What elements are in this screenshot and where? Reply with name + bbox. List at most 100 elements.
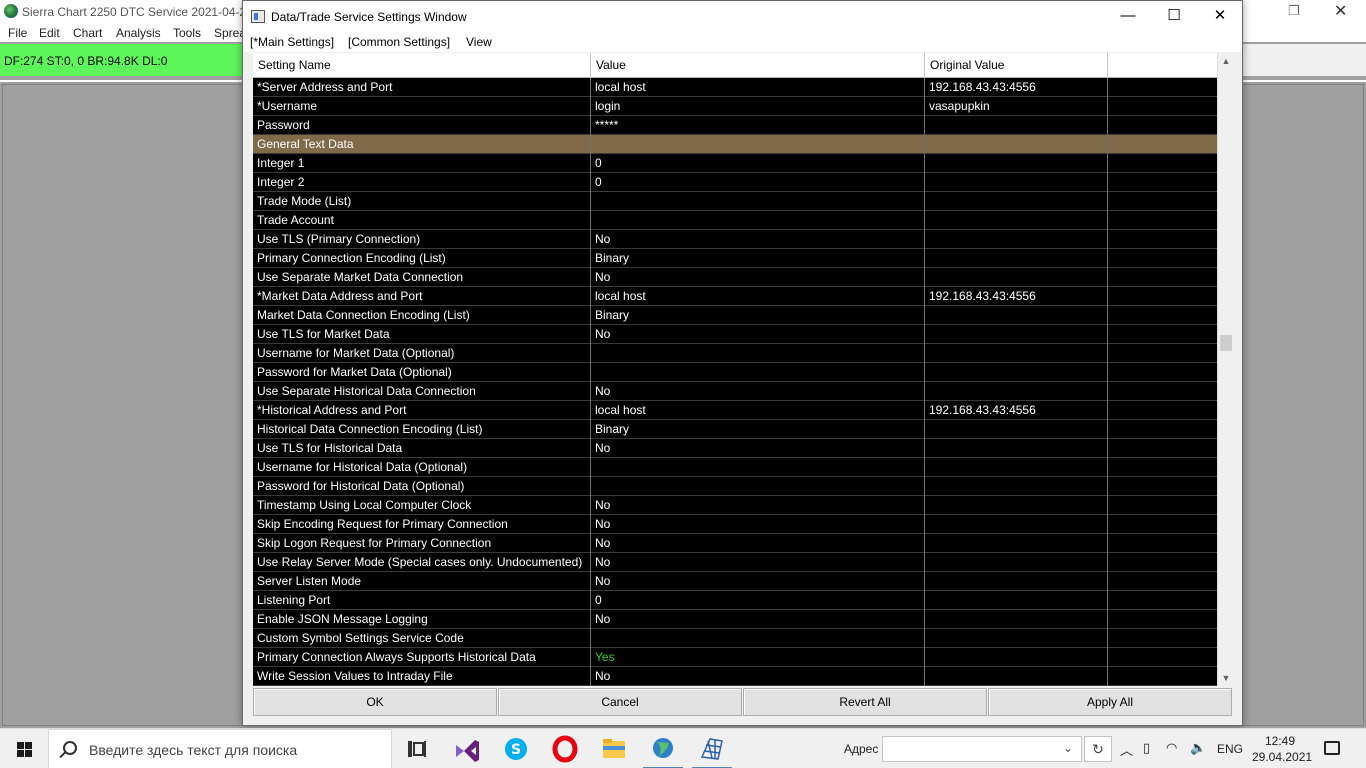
table-row[interactable]: Timestamp Using Local Computer Clock No	[253, 496, 1217, 515]
table-row[interactable]: Password for Historical Data (Optional)	[253, 477, 1217, 496]
restore-icon[interactable]: ❐	[1288, 3, 1300, 19]
table-row[interactable]: Integer 20	[253, 173, 1217, 192]
value-cell[interactable]: Yes	[591, 648, 925, 667]
chevron-up-icon[interactable]: ︿	[1120, 740, 1133, 759]
value-cell[interactable]: No	[591, 610, 925, 629]
wifi-icon[interactable]: ◠	[1166, 740, 1177, 756]
language-indicator[interactable]: ENG	[1217, 742, 1243, 756]
value-cell[interactable]: No	[591, 325, 925, 344]
table-row[interactable]: Use TLS for Market Data No	[253, 325, 1217, 344]
menu-view[interactable]: View	[466, 35, 492, 49]
ok-button[interactable]: OK	[253, 688, 497, 716]
opera-icon[interactable]	[541, 729, 589, 768]
value-cell[interactable]: No	[591, 439, 925, 458]
menu-analysis[interactable]: Analysis	[116, 26, 161, 40]
value-cell[interactable]: No	[591, 667, 925, 686]
table-row[interactable]: *Historical Address and Port local host 19…	[253, 401, 1217, 420]
maximize-icon[interactable]: ☐	[1151, 1, 1197, 32]
value-cell[interactable]: Binary	[591, 249, 925, 268]
value-cell[interactable]	[591, 629, 925, 648]
value-cell[interactable]: local host	[591, 401, 925, 420]
address-input[interactable]: ⌄	[882, 736, 1082, 762]
menu-file[interactable]: File	[8, 26, 27, 40]
value-cell[interactable]: login	[591, 97, 925, 116]
value-cell[interactable]: Binary	[591, 420, 925, 439]
value-cell[interactable]	[591, 344, 925, 363]
table-row[interactable]: Username for Historical Data (Optional)	[253, 458, 1217, 477]
value-cell[interactable]: No	[591, 382, 925, 401]
value-cell[interactable]: 0	[591, 173, 925, 192]
value-cell[interactable]	[591, 135, 925, 154]
vertical-scrollbar[interactable]: ▲ ▼	[1217, 53, 1233, 686]
task-view-icon[interactable]	[392, 729, 440, 768]
file-explorer-icon[interactable]	[590, 729, 638, 768]
value-cell[interactable]: No	[591, 230, 925, 249]
close-icon[interactable]: ✕	[1197, 1, 1243, 32]
taskbar-search-box[interactable]: Введите здесь текст для поиска	[48, 729, 392, 768]
table-row[interactable]: Use Separate Market Data Connection No	[253, 268, 1217, 287]
table-row[interactable]: Custom Symbol Settings Service Code	[253, 629, 1217, 648]
value-cell[interactable]: No	[591, 534, 925, 553]
table-row[interactable]: Use Relay Server Mode (Special cases onl…	[253, 553, 1217, 572]
value-cell[interactable]: 0	[591, 154, 925, 173]
close-icon[interactable]: ✕	[1334, 1, 1347, 21]
table-row[interactable]: Username for Market Data (Optional)	[253, 344, 1217, 363]
device-icon[interactable]: ▯	[1143, 740, 1150, 756]
value-cell[interactable]: No	[591, 268, 925, 287]
clock[interactable]: 12:49 29.04.2021	[1252, 733, 1312, 765]
table-row[interactable]: Enable JSON Message Logging No	[253, 610, 1217, 629]
scroll-down-icon[interactable]: ▼	[1218, 670, 1234, 686]
table-row[interactable]: Server Listen Mode No	[253, 572, 1217, 591]
sierra-chart-icon[interactable]	[639, 729, 687, 768]
value-cell[interactable]: No	[591, 515, 925, 534]
scroll-up-icon[interactable]: ▲	[1218, 53, 1234, 69]
table-row[interactable]: Integer 10	[253, 154, 1217, 173]
menu-edit[interactable]: Edit	[39, 26, 60, 40]
menu-tools[interactable]: Tools	[173, 26, 201, 40]
value-cell[interactable]: 0	[591, 591, 925, 610]
windows-start-icon[interactable]	[0, 729, 48, 768]
column-value[interactable]: Value	[591, 53, 925, 78]
table-row[interactable]: *Server Address and Port local host 192.16…	[253, 78, 1217, 97]
table-row[interactable]: Listening Port 0	[253, 591, 1217, 610]
refresh-icon[interactable]: ↻	[1084, 736, 1112, 762]
minimize-icon[interactable]: —	[1105, 1, 1151, 32]
value-cell[interactable]	[591, 363, 925, 382]
table-row[interactable]: Market Data Connection Encoding (List) Bi…	[253, 306, 1217, 325]
value-cell[interactable]	[591, 458, 925, 477]
skype-icon[interactable]: S	[492, 729, 540, 768]
value-cell[interactable]: No	[591, 553, 925, 572]
value-cell[interactable]: Binary	[591, 306, 925, 325]
value-cell[interactable]	[591, 192, 925, 211]
value-cell[interactable]	[591, 211, 925, 230]
table-row[interactable]: Trade Account	[253, 211, 1217, 230]
value-cell[interactable]: No	[591, 572, 925, 591]
table-row[interactable]: Skip Logon Request for Primary Connectio…	[253, 534, 1217, 553]
menu-chart[interactable]: Chart	[73, 26, 102, 40]
column-setting-name[interactable]: Setting Name	[253, 53, 591, 78]
value-cell[interactable]: No	[591, 496, 925, 515]
column-original-value[interactable]: Original Value	[925, 53, 1108, 78]
table-row[interactable]: Primary Connection Always Supports Histo…	[253, 648, 1217, 667]
cancel-button[interactable]: Cancel	[498, 688, 742, 716]
table-row[interactable]: Historical Data Connection Encoding (Lis…	[253, 420, 1217, 439]
table-row[interactable]: *Market Data Address and Port local host 1…	[253, 287, 1217, 306]
apply-all-button[interactable]: Apply All	[988, 688, 1232, 716]
table-row[interactable]: Use TLS (Primary Connection) No	[253, 230, 1217, 249]
section-row[interactable]: General Text Data	[253, 135, 1217, 154]
table-row[interactable]: Use TLS for Historical Data No	[253, 439, 1217, 458]
network-app-icon[interactable]	[688, 729, 736, 768]
menu-main-settings[interactable]: [*Main Settings]	[250, 35, 334, 49]
visual-studio-icon[interactable]	[442, 729, 490, 768]
table-row[interactable]: Use Separate Historical Data Connection N…	[253, 382, 1217, 401]
menu-common-settings[interactable]: [Common Settings]	[348, 35, 450, 49]
value-cell[interactable]: *****	[591, 116, 925, 135]
table-row[interactable]: Password for Market Data (Optional)	[253, 363, 1217, 382]
scrollbar-thumb[interactable]	[1220, 335, 1232, 351]
revert-all-button[interactable]: Revert All	[743, 688, 987, 716]
value-cell[interactable]: local host	[591, 78, 925, 97]
table-row[interactable]: Password *****	[253, 116, 1217, 135]
table-row[interactable]: Skip Encoding Request for Primary Connec…	[253, 515, 1217, 534]
table-row[interactable]: Primary Connection Encoding (List) Binary	[253, 249, 1217, 268]
table-row[interactable]: Write Session Values to Intraday File No	[253, 667, 1217, 686]
